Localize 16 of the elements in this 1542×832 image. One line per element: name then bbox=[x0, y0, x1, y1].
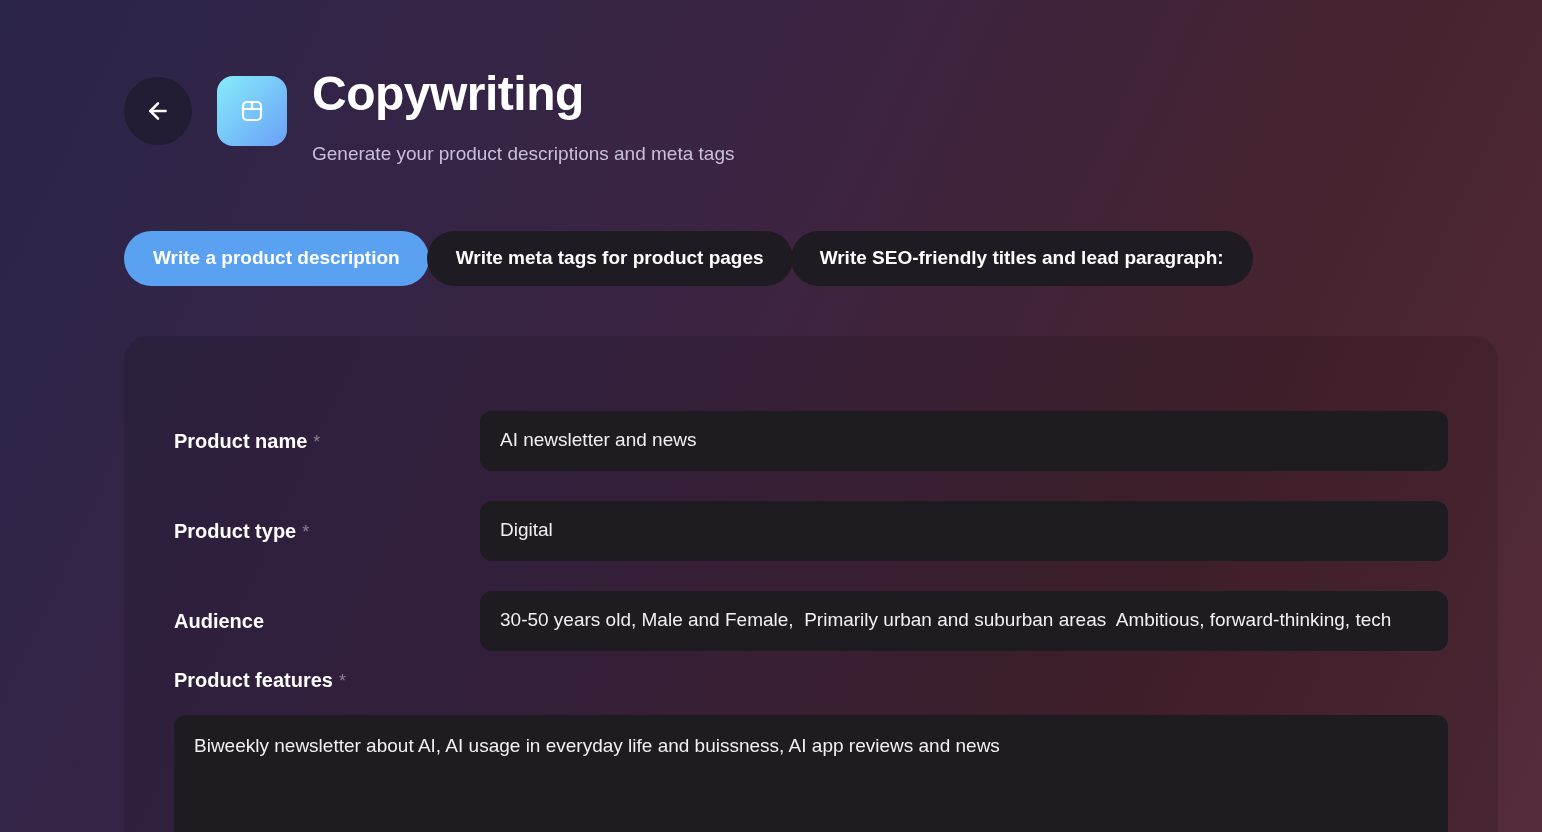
textarea-field[interactable]: Biweekly newsletter about AI, AI usage in everyday life and buissness, AI app reviews and news bbox=[174, 714, 1448, 832]
required-asterisk: * bbox=[302, 520, 310, 544]
input-field[interactable]: 30-50 years old, Male and Female, Primarily urban and suburban areas Ambitious, forward-thinking, tech bbox=[480, 590, 1448, 651]
field-label: Product features bbox=[174, 667, 333, 693]
field-label: Product type bbox=[174, 518, 297, 544]
box-icon bbox=[217, 76, 287, 146]
field-label: Product name bbox=[174, 428, 308, 454]
page-title: Copywriting bbox=[312, 70, 585, 118]
tab[interactable]: Write SEO-friendly titles and lead paragraph: bbox=[790, 230, 1253, 286]
input-field[interactable]: AI newsletter and news bbox=[480, 410, 1448, 471]
input-field[interactable]: Digital bbox=[480, 500, 1448, 561]
page-subtitle: Generate your product descriptions and meta tags bbox=[312, 142, 735, 166]
required-asterisk: * bbox=[313, 430, 321, 454]
tab[interactable]: Write meta tags for product pages bbox=[426, 230, 793, 286]
required-asterisk: * bbox=[338, 669, 346, 693]
field-label: Audience bbox=[174, 608, 265, 634]
